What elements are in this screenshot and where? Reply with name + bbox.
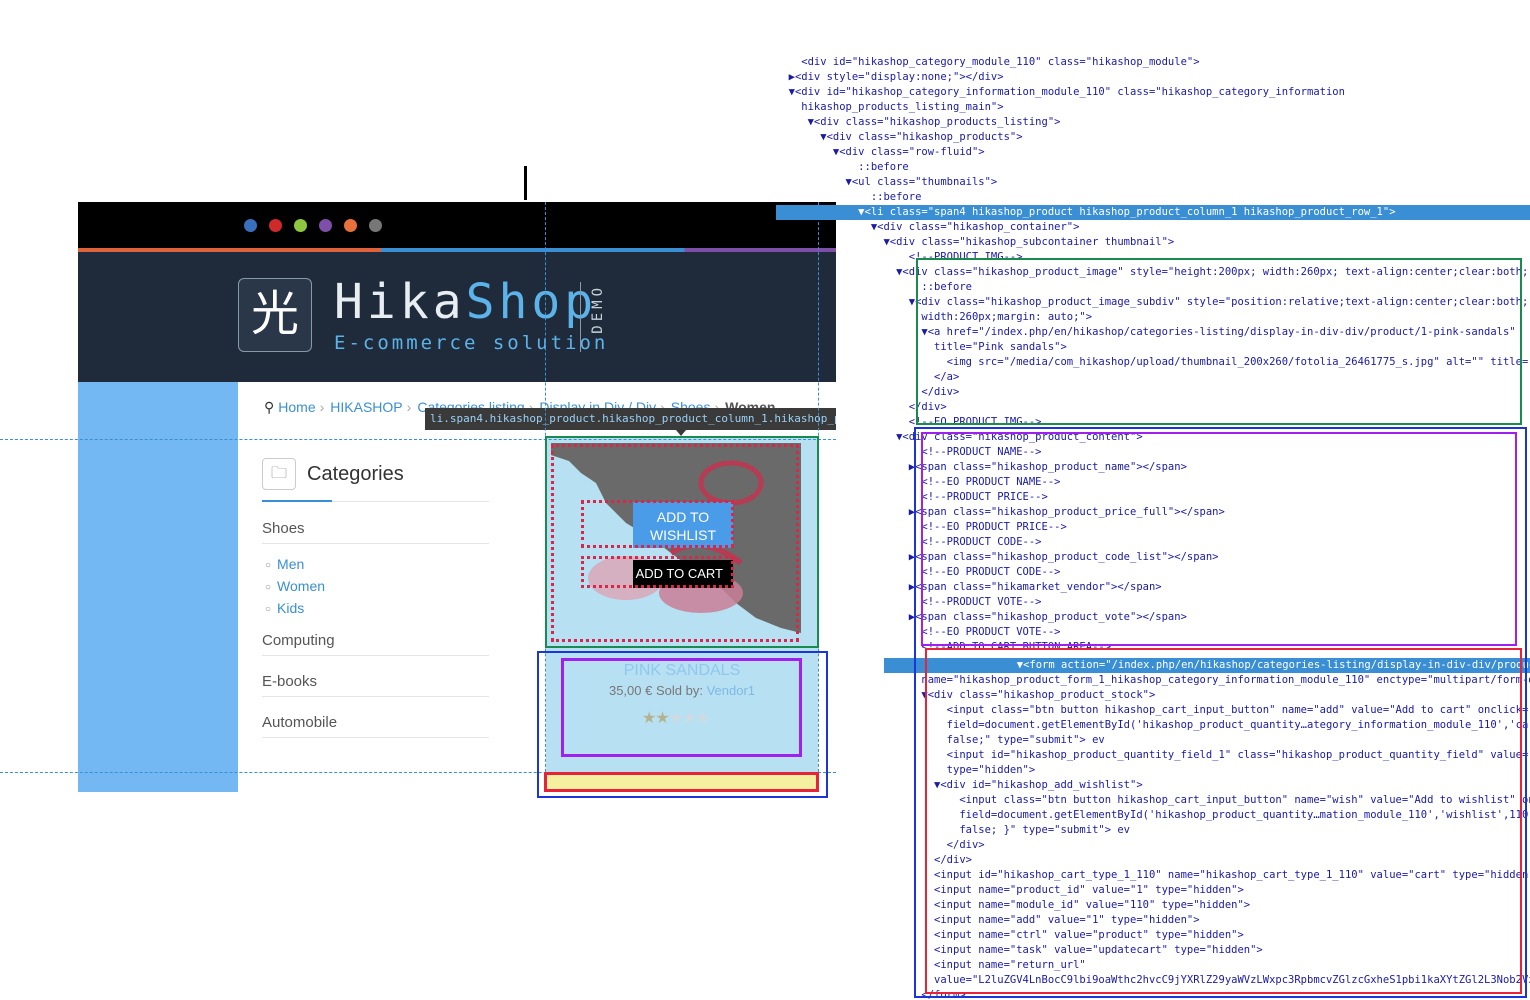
subcategory-kids[interactable]: Kids [265, 600, 304, 616]
inspector-line[interactable]: ::before [776, 190, 1530, 205]
folder-icon: 🗀 [262, 458, 296, 490]
inspector-annotation-form [925, 648, 1522, 994]
top-bar [78, 202, 836, 248]
logo-text[interactable]: HikaShop [334, 274, 597, 330]
categories-title: Categories [307, 463, 404, 485]
subcategory-men[interactable]: Men [265, 556, 304, 572]
inspector-annotation-info [921, 432, 1517, 646]
logo-tagline: E-commerce solution [334, 332, 609, 354]
inspector-line[interactable]: ::before [776, 160, 1530, 175]
color-dot-red[interactable] [269, 219, 282, 232]
logo-name-part1: Hika [334, 274, 466, 330]
color-dot-blue[interactable] [244, 219, 257, 232]
logo-divider [580, 282, 581, 352]
site-header: 光 HikaShop E-commerce solution DEMO [78, 252, 836, 382]
category-divider [262, 655, 489, 656]
breadcrumb-home[interactable]: Home [278, 399, 315, 415]
annotation-wishlist [581, 500, 734, 548]
category-ebooks[interactable]: E-books [262, 673, 317, 690]
category-computing[interactable]: Computing [262, 632, 335, 649]
inspector-line[interactable]: hikashop_products_listing_main"> [776, 100, 1530, 115]
logo-name-part2: Shop [465, 274, 598, 330]
inspector-line[interactable]: ▼<div class="hikashop_products_listing"> [776, 115, 1530, 130]
demo-label: DEMO [590, 284, 606, 334]
chevron-right-icon: › [319, 399, 325, 415]
inspector-line[interactable]: ▼<div class="hikashop_subcontainer thumb… [776, 235, 1530, 250]
inspector-line[interactable]: ▼<li class="span4 hikashop_product hikas… [776, 205, 1530, 220]
category-divider [262, 737, 489, 738]
inspector-line[interactable]: ▶<div style="display:none;"></div> [776, 70, 1530, 85]
color-dot-gray[interactable] [369, 219, 382, 232]
inspector-tooltip: li.span4.hikashop_product.hikashop_produ… [425, 408, 836, 430]
annotation-product-info [561, 658, 802, 757]
category-automobile[interactable]: Automobile [262, 714, 337, 731]
categories-title-underline [262, 500, 332, 502]
category-divider [262, 696, 489, 697]
inspector-line[interactable]: ▼<div class="hikashop_container"> [776, 220, 1530, 235]
inspector-line[interactable]: <div id="hikashop_category_module_110" c… [776, 55, 1530, 70]
text-cursor [524, 166, 527, 200]
inspector-line[interactable]: ▼<div class="hikashop_products"> [776, 130, 1530, 145]
color-dot-purple[interactable] [319, 219, 332, 232]
map-pin-icon: ⚲ [264, 399, 275, 415]
category-divider [262, 543, 489, 544]
color-dot-orange[interactable] [344, 219, 357, 232]
subcategory-women[interactable]: Women [265, 578, 325, 594]
breadcrumb-hikashop[interactable]: HIKASHOP [330, 399, 402, 415]
annotation-cart [581, 556, 734, 588]
inspector-line[interactable]: ▼<ul class="thumbnails"> [776, 175, 1530, 190]
inspector-line[interactable]: ▼<div id="hikashop_category_information_… [776, 85, 1530, 100]
color-dot-green[interactable] [294, 219, 307, 232]
logo-icon[interactable]: 光 [238, 278, 312, 352]
inspector-line[interactable]: ▼<div class="row-fluid"> [776, 145, 1530, 160]
inspector-annotation-image [916, 258, 1522, 425]
category-shoes[interactable]: Shoes [262, 520, 305, 537]
chevron-right-icon: › [406, 399, 412, 415]
left-sidebar-bg [78, 382, 238, 792]
